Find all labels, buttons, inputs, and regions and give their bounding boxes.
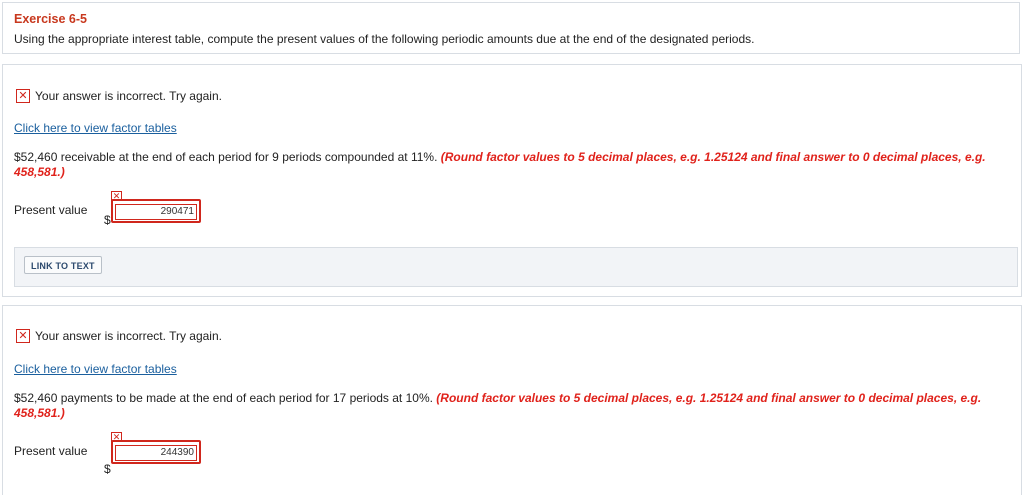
- present-value-label: Present value: [14, 444, 88, 458]
- currency-symbol: $: [104, 462, 111, 476]
- link-to-text-area: LINK TO TEXT: [14, 247, 1018, 287]
- feedback-text: Your answer is incorrect. Try again.: [35, 329, 222, 343]
- incorrect-feedback: ✕ Your answer is incorrect. Try again.: [16, 89, 222, 103]
- feedback-text: Your answer is incorrect. Try again.: [35, 89, 222, 103]
- question-panel-1: ✕ Your answer is incorrect. Try again. C…: [2, 64, 1022, 297]
- factor-tables-link[interactable]: Click here to view factor tables: [14, 362, 177, 376]
- answer-box: [111, 199, 201, 223]
- question-panel-2: ✕ Your answer is incorrect. Try again. C…: [2, 305, 1022, 495]
- present-value-input[interactable]: [115, 444, 197, 461]
- exercise-description: Using the appropriate interest table, co…: [14, 32, 755, 46]
- answer-box: [111, 440, 201, 464]
- present-value-input[interactable]: [115, 203, 197, 220]
- x-mark-icon: ✕: [16, 329, 30, 343]
- exercise-title: Exercise 6-5: [14, 12, 87, 26]
- question-text: $52,460 payments to be made at the end o…: [14, 391, 1004, 421]
- x-mark-icon: ✕: [16, 89, 30, 103]
- currency-symbol: $: [104, 213, 111, 227]
- question-text: $52,460 receivable at the end of each pe…: [14, 150, 1004, 180]
- factor-tables-link[interactable]: Click here to view factor tables: [14, 121, 177, 135]
- question-statement: $52,460 payments to be made at the end o…: [14, 391, 433, 405]
- link-to-text-button[interactable]: LINK TO TEXT: [24, 256, 102, 274]
- incorrect-feedback: ✕ Your answer is incorrect. Try again.: [16, 329, 222, 343]
- present-value-label: Present value: [14, 203, 88, 217]
- question-statement: $52,460 receivable at the end of each pe…: [14, 150, 438, 164]
- exercise-header: Exercise 6-5 Using the appropriate inter…: [2, 2, 1020, 54]
